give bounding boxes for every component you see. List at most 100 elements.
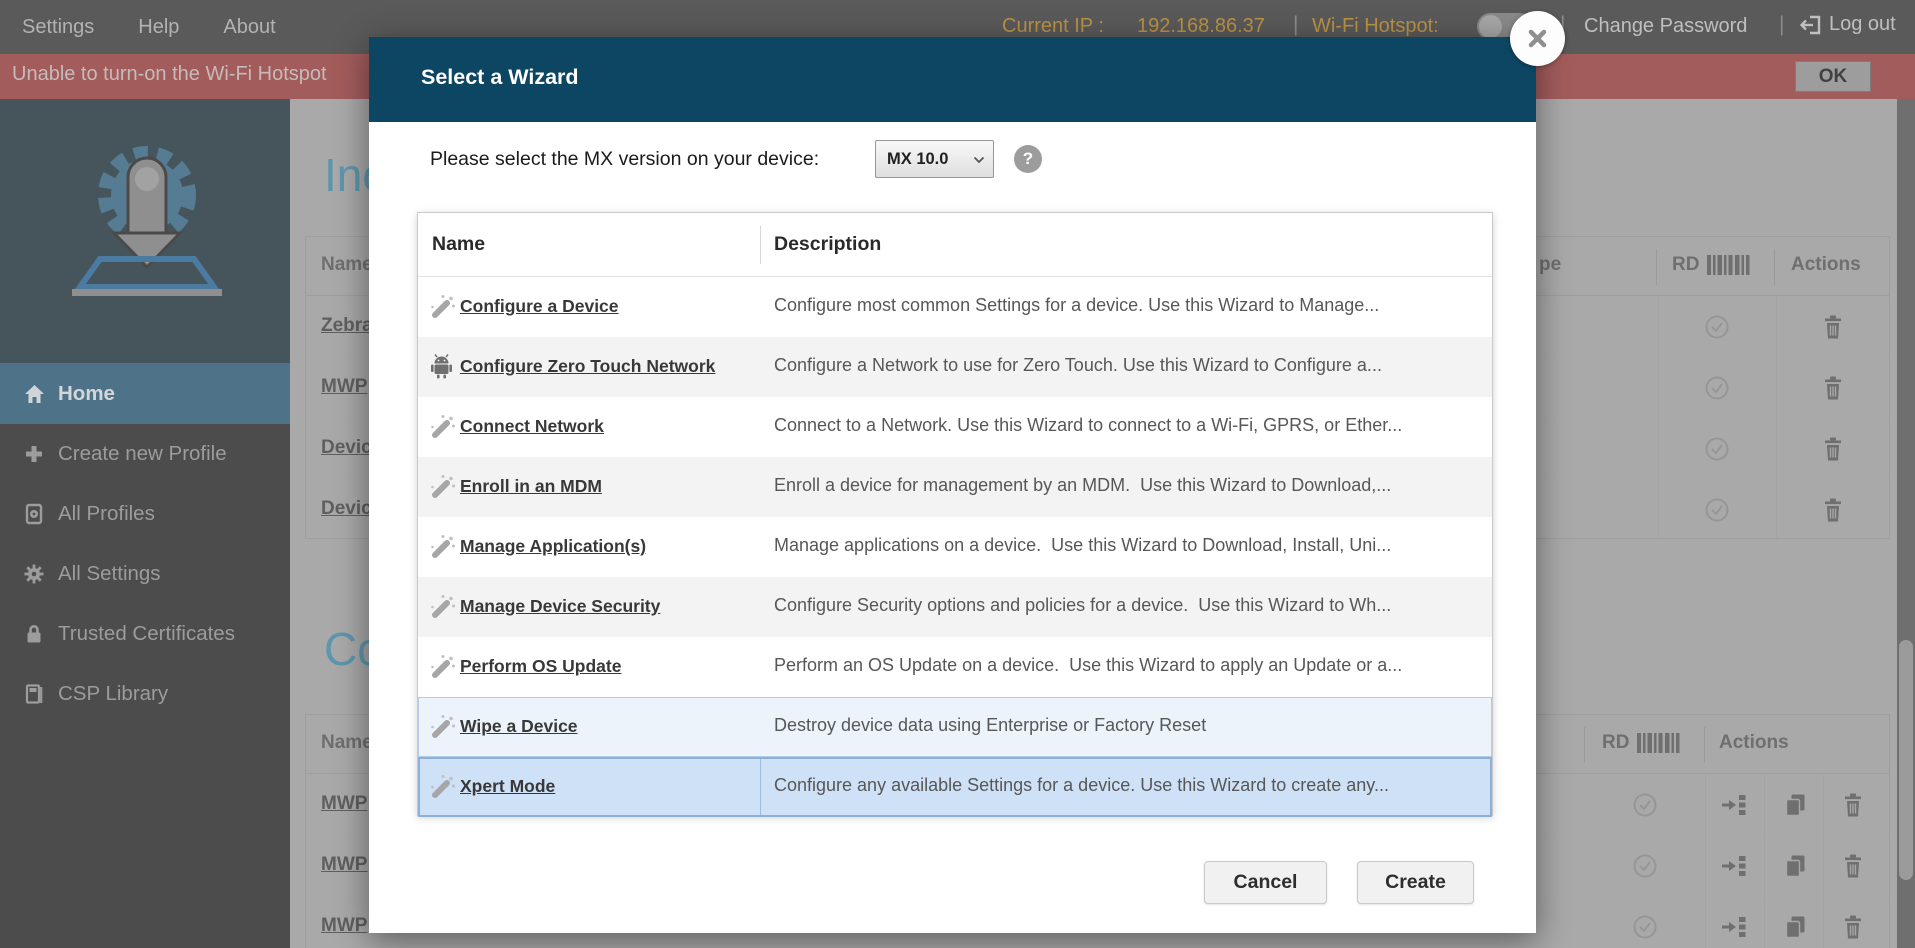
menu-about[interactable]: About [223,16,275,39]
wizard-row-manage-applications[interactable]: Manage Application(s) Manage application… [418,517,1492,577]
logout-link[interactable]: Log out [1798,13,1896,36]
profile-link[interactable]: MWP [321,854,367,876]
sidebar-item-csp-library[interactable]: CSP Library [0,664,290,724]
wizard-row-configure-zero-touch-network[interactable]: Configure Zero Touch Network Configure a… [418,337,1492,397]
column-header-rd: RD [1602,732,1681,754]
plus-icon [22,443,46,465]
wizard-description: Perform an OS Update on a device. Use th… [774,655,1402,676]
menu-settings[interactable]: Settings [22,16,94,39]
wizard-description: Manage applications on a device. Use thi… [774,535,1391,556]
column-header-name: Name [321,732,373,754]
gear-icon [22,563,46,585]
wand-icon [430,414,456,440]
column-divider [1704,727,1705,763]
column-header-description: Description [774,233,881,256]
profile-link[interactable]: Devic [321,498,372,520]
wizard-table: Name Description Configure a Device Conf… [417,212,1493,816]
delete-icon[interactable] [1822,314,1844,340]
copy-icon[interactable] [1784,793,1807,818]
profiles-icon [22,503,46,525]
current-ip-label: Current IP : [1002,15,1104,38]
profile-link[interactable]: MWP [321,915,367,937]
topbar-menu: Settings Help About [22,0,276,54]
wizard-row-xpert-mode[interactable]: Xpert Mode Configure any available Setti… [418,757,1492,817]
column-divider [1584,727,1585,763]
wizard-description: Connect to a Network. Use this Wizard to… [774,415,1402,436]
rd-label: RD [1672,254,1699,276]
chevron-down-icon [973,156,985,164]
wizard-link[interactable]: Wipe a Device [460,716,578,737]
profile-link[interactable]: Devic [321,437,372,459]
wizard-link[interactable]: Enroll in an MDM [460,476,602,497]
wizard-description: Configure most common Settings for a dev… [774,295,1379,316]
readiness-check-icon [1704,436,1730,462]
wizard-link[interactable]: Connect Network [460,416,604,437]
delete-icon[interactable] [1822,497,1844,523]
wizard-table-header: Name Description [418,213,1492,277]
profile-link[interactable]: MWP [321,793,367,815]
stage-logo-icon [62,117,232,317]
home-icon [22,383,46,405]
copy-icon[interactable] [1784,854,1807,879]
sidebar-item-trusted-certificates[interactable]: Trusted Certificates [0,604,290,664]
delete-icon[interactable] [1822,436,1844,462]
sidebar-item-create-new-profile[interactable]: Create new Profile [0,424,290,484]
wizard-link[interactable]: Manage Device Security [460,596,660,617]
wizard-row-manage-device-security[interactable]: Manage Device Security Configure Securit… [418,577,1492,637]
help-icon[interactable] [1014,145,1042,173]
barcode-icon [1637,733,1681,753]
lock-icon [22,623,46,645]
cancel-button[interactable]: Cancel [1204,861,1327,904]
wizard-link[interactable]: Xpert Mode [460,776,555,797]
readiness-check-icon [1704,314,1730,340]
profile-link[interactable]: Zebra [321,315,373,337]
wizard-row-configure-a-device[interactable]: Configure a Device Configure most common… [418,277,1492,337]
wizard-row-wipe-a-device[interactable]: Wipe a Device Destroy device data using … [418,697,1492,757]
wand-icon [430,654,456,680]
wizard-link[interactable]: Manage Application(s) [460,536,646,557]
sidebar-item-all-settings[interactable]: All Settings [0,544,290,604]
create-button[interactable]: Create [1357,861,1474,904]
wizard-row-enroll-in-an-mdm[interactable]: Enroll in an MDM Enroll a device for man… [418,457,1492,517]
error-banner-ok-button[interactable]: OK [1795,61,1871,92]
wizard-description: Configure a Network to use for Zero Touc… [774,355,1382,376]
wizard-link[interactable]: Configure a Device [460,296,619,317]
readiness-check-icon [1632,853,1658,879]
page-scrollbar[interactable] [1897,99,1915,948]
delete-icon[interactable] [1822,375,1844,401]
column-header-actions: Actions [1791,254,1861,276]
copy-icon[interactable] [1784,915,1807,940]
deploy-icon[interactable] [1721,854,1748,878]
delete-icon[interactable] [1842,853,1864,879]
close-icon[interactable] [1510,11,1565,66]
current-ip-value: 192.168.86.37 [1137,15,1265,38]
app-screen: Settings Help About Current IP : 192.168… [0,0,1915,948]
wizard-description: Configure Security options and policies … [774,595,1391,616]
change-password-link[interactable]: Change Password [1584,15,1747,38]
wizard-link[interactable]: Configure Zero Touch Network [460,356,715,377]
select-wizard-dialog: Select a Wizard Please select the MX ver… [369,37,1536,933]
delete-icon[interactable] [1842,914,1864,940]
mx-version-label: Please select the MX version on your dev… [430,140,819,178]
wizard-row-perform-os-update[interactable]: Perform OS Update Perform an OS Update o… [418,637,1492,697]
readiness-check-icon [1704,497,1730,523]
delete-icon[interactable] [1842,792,1864,818]
deploy-icon[interactable] [1721,915,1748,939]
dialog-header: Select a Wizard [369,37,1536,122]
column-header-name: Name [321,254,373,276]
rd-label: RD [1602,732,1629,754]
separator: | [1293,13,1298,37]
separator: | [1779,13,1784,37]
sidebar-item-all-profiles[interactable]: All Profiles [0,484,290,544]
menu-help[interactable]: Help [138,16,179,39]
wizard-row-connect-network[interactable]: Connect Network Connect to a Network. Us… [418,397,1492,457]
error-banner-message: Unable to turn-on the Wi-Fi Hotspot [12,63,327,86]
profile-link[interactable]: MWP [321,376,367,398]
scrollbar-thumb[interactable] [1899,640,1913,880]
wizard-link[interactable]: Perform OS Update [460,656,621,677]
mx-version-value: MX 10.0 [887,150,948,169]
wand-icon [430,534,456,560]
mx-version-select[interactable]: MX 10.0 [875,140,994,178]
deploy-icon[interactable] [1721,793,1748,817]
sidebar-item-home[interactable]: Home [0,363,290,424]
